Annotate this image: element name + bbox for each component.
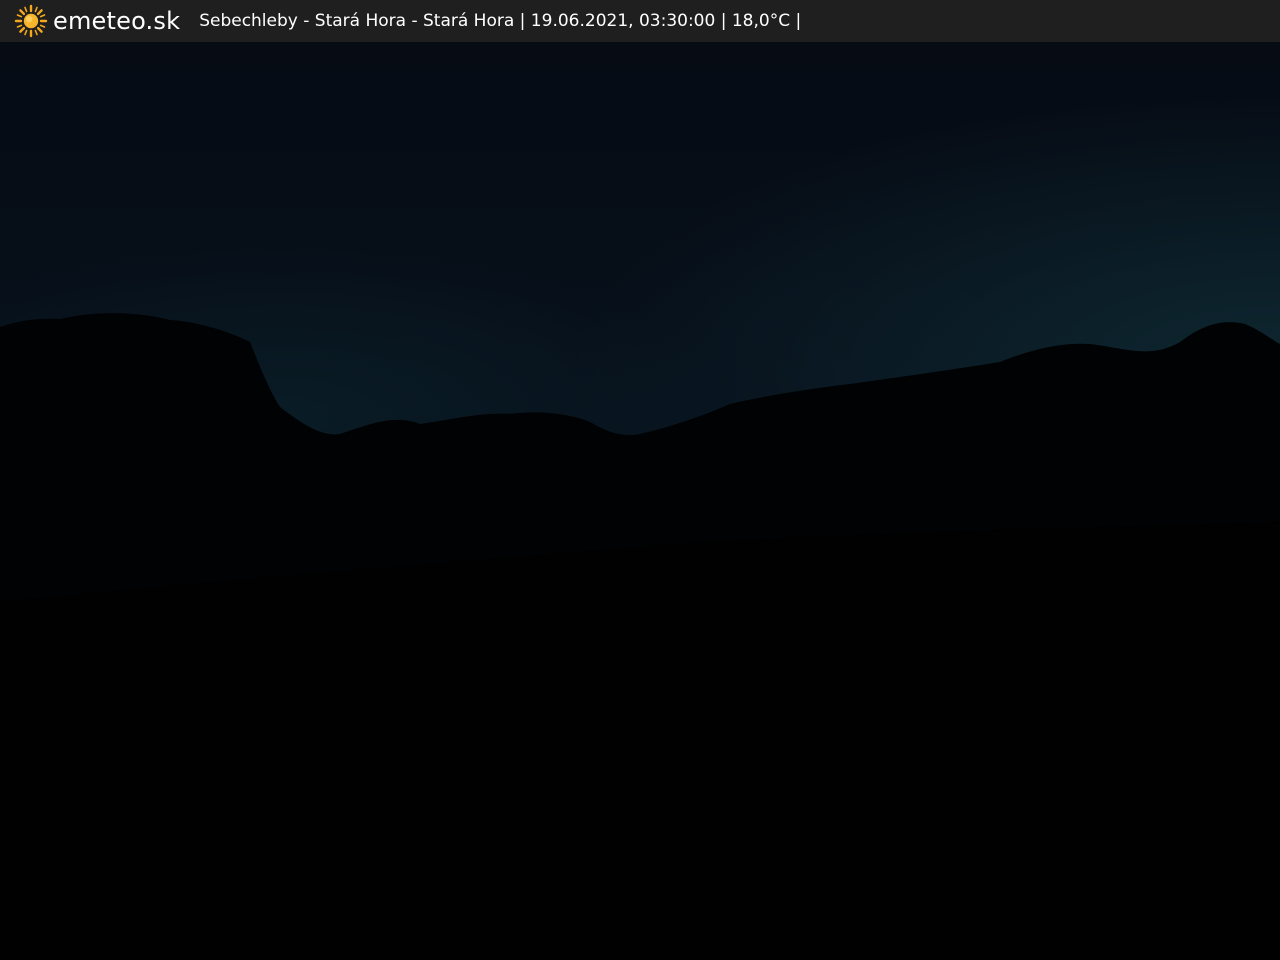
webcam-info-bar: emeteo.sk Sebechleby - Stará Hora - Star… [0, 0, 1280, 42]
webcam-caption: Sebechleby - Stará Hora - Stará Hora | 1… [199, 11, 802, 31]
sun-icon [14, 4, 48, 38]
webcam-page: emeteo.sk Sebechleby - Stará Hora - Star… [0, 0, 1280, 960]
brand-logo-text: emeteo.sk [53, 7, 181, 35]
foreground-hill [0, 522, 1280, 960]
webcam-image [0, 42, 1280, 960]
